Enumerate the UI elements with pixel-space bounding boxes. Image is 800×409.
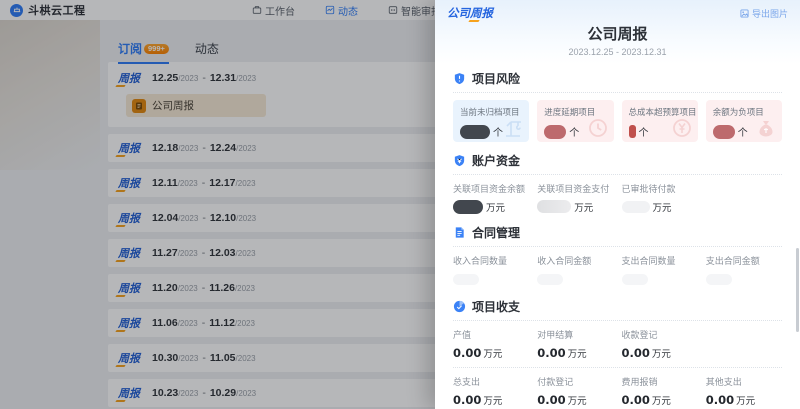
- report-brand-logo: 公司周报: [447, 5, 493, 21]
- stat-expense-contract-count: 支出合同数量: [622, 254, 698, 286]
- section-contracts: 合同管理: [453, 224, 782, 241]
- stat-payment-registration: 付款登记 0.00万元: [537, 375, 613, 407]
- risk-card-over-budget: 总成本超预算项目 个: [622, 100, 698, 142]
- wallet-shield-icon: [453, 154, 466, 167]
- stat-income-contract-amount: 收入合同金额: [537, 254, 613, 286]
- risk-card-unarchived: 当前未归档项目 个: [453, 100, 529, 142]
- contract-icon: [453, 226, 466, 239]
- pie-icon: [453, 300, 466, 313]
- panel-scrollbar[interactable]: [796, 248, 799, 332]
- money-bag-icon: [755, 117, 777, 139]
- censored-value: [537, 200, 571, 213]
- censored-value: [622, 201, 650, 213]
- censored-value: [629, 125, 636, 138]
- censored-value: [453, 274, 479, 285]
- section-project-income: 项目收支: [453, 298, 782, 315]
- stat-expense-contract-amount: 支出合同金额: [706, 254, 782, 286]
- stat-expense-reimbursement: 费用报销 0.00万元: [622, 375, 698, 407]
- export-image-button[interactable]: 导出图片: [740, 7, 788, 20]
- censored-value: [544, 125, 566, 139]
- funds-stats: 关联项目资金余额 万元 关联项目资金支付 万元 已审批待付款 万元: [453, 182, 782, 214]
- stat-party-a-settlement: 对甲结算 0.00万元: [537, 328, 613, 360]
- stat-receipt-registration: 收款登记 0.00万元: [622, 328, 698, 360]
- section-project-risk: 项目风险: [453, 70, 782, 87]
- panel-header: 公司周报 导出图片 公司周报 2023.12.25 - 2023.12.31: [435, 0, 800, 64]
- censored-value: [537, 274, 563, 285]
- censored-value: [706, 274, 732, 285]
- risk-card-delayed: 进度延期项目 个: [537, 100, 613, 142]
- modal-overlay[interactable]: [0, 0, 435, 409]
- contract-stats: 收入合同数量 收入合同金额 支出合同数量 支出合同金额: [453, 254, 782, 286]
- export-image-icon: [740, 9, 749, 18]
- stat-total-expense: 总支出 0.00万元: [453, 375, 529, 407]
- app-window: 斗栱云工程 工作台 动态 智能审批 99+ 订阅 999+ 动态: [0, 0, 800, 409]
- stat-approved-pending: 已审批待付款 万元: [622, 182, 698, 214]
- stat-other-expense: 其他支出 0.00万元: [706, 375, 782, 407]
- panel-title: 公司周报: [447, 23, 788, 44]
- section-account-funds: 账户资金: [453, 152, 782, 169]
- stat-income-contract-count: 收入合同数量: [453, 254, 529, 286]
- censored-value: [460, 125, 490, 139]
- censored-value: [453, 200, 483, 214]
- risk-card-negative-balance: 余额为负项目 个: [706, 100, 782, 142]
- income-stats-row2: 总支出 0.00万元 付款登记 0.00万元 费用报销 0.00万元 其他支出 …: [453, 375, 782, 407]
- yuan-icon: [671, 117, 693, 139]
- stat-fund-balance: 关联项目资金余额 万元: [453, 182, 529, 214]
- company-report-panel: 公司周报 导出图片 公司周报 2023.12.25 - 2023.12.31 项…: [435, 0, 800, 409]
- censored-value: [713, 125, 735, 139]
- income-stats-row1: 产值 0.00万元 对甲结算 0.00万元 收款登记 0.00万元: [453, 328, 782, 360]
- risk-cards: 当前未归档项目 个 进度延期项目 个 总成本超预算项目 个 余额为负项目 个: [453, 100, 782, 142]
- censored-value: [622, 274, 648, 285]
- shield-icon: [453, 72, 466, 85]
- stat-fund-payment: 关联项目资金支付 万元: [537, 182, 613, 214]
- crane-icon: [502, 117, 524, 139]
- clock-icon: [587, 117, 609, 139]
- stat-output-value: 产值 0.00万元: [453, 328, 529, 360]
- panel-date-range: 2023.12.25 - 2023.12.31: [447, 47, 788, 57]
